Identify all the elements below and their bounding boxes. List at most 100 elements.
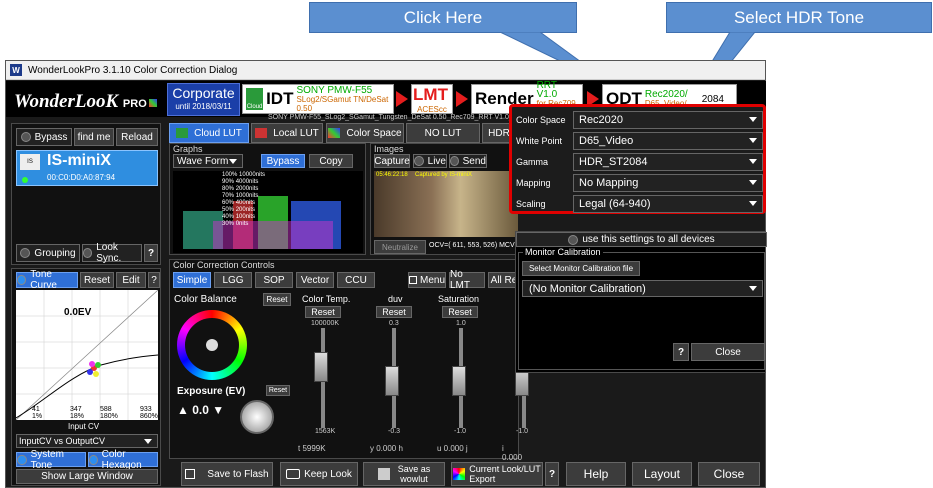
tab-simple[interactable]: Simple (173, 272, 211, 288)
waveform-pct: 50% (222, 207, 235, 213)
scaling-value: Legal (64-940) (579, 197, 651, 210)
slider-title: duv (388, 294, 403, 304)
graph-mode-select[interactable]: Wave Form (173, 154, 243, 168)
menu-button[interactable]: Menu (408, 272, 446, 288)
look-sync-led (83, 248, 93, 258)
color-hexagon-button[interactable]: Color Hexagon (88, 449, 158, 471)
white-point-select[interactable]: D65_Video (573, 131, 763, 150)
calibration-select[interactable]: (No Monitor Calibration) (522, 280, 763, 297)
tab-local-lut[interactable]: Local LUT (251, 123, 323, 143)
export-label-2: Export (469, 474, 496, 484)
slider-reset-button[interactable]: Reset (442, 306, 478, 318)
exposure-knob[interactable] (240, 400, 274, 434)
monitor-help-button[interactable]: ? (673, 343, 689, 361)
color-space-select[interactable]: Rec2020 (573, 110, 763, 129)
close-button[interactable]: Close (698, 462, 760, 486)
chevron-down-icon (749, 180, 757, 185)
chevron-down-icon (749, 201, 757, 206)
menu-label: Menu (419, 274, 445, 286)
device-help-button[interactable]: ? (144, 244, 158, 262)
corporate-badge: Corporate until 2018/03/11 (167, 83, 240, 116)
tab-color-space-label: Color Space (346, 127, 402, 139)
color-space-icon (328, 128, 341, 138)
lmt-label: LMT (413, 84, 448, 104)
save-to-flash-button[interactable]: Save to Flash (181, 462, 273, 486)
balance-reset-button[interactable]: Reset (263, 293, 291, 306)
slider-min: -0.3 (388, 428, 401, 435)
tab-sop[interactable]: SOP (255, 272, 293, 288)
no-lmt-button[interactable]: No LMT (449, 269, 485, 291)
device-item[interactable]: IS IS-miniX 00:C0:D0:A0:87:94 (16, 150, 158, 186)
send-button[interactable]: Send (449, 154, 487, 168)
slider-value[interactable]: u 0.000 j (437, 444, 468, 453)
curve-mode-select[interactable]: InputCV vs OutputCV (16, 434, 158, 448)
graph-copy-button[interactable]: Copy (309, 154, 353, 168)
pipeline-description: SONY PMW-F55_SLog2_SGamut_Tungsten_DeSat… (268, 114, 518, 121)
gamma-select[interactable]: HDR_ST2084 (573, 152, 763, 171)
gamma-label: Gamma (516, 156, 549, 167)
export-help-button[interactable]: ? (545, 462, 559, 486)
waveform-nits: 400nits (235, 200, 256, 206)
app-icon: W (10, 64, 22, 76)
capture-button[interactable]: Capture (374, 154, 410, 168)
grouping-button[interactable]: Grouping (16, 244, 80, 262)
wheel-center-handle[interactable] (206, 339, 218, 351)
neutralize-button[interactable]: Neutralize (374, 240, 426, 254)
find-me-button[interactable]: find me (74, 128, 114, 146)
all-devices-label: use this settings to all devices (582, 234, 715, 245)
help-button[interactable]: Help (566, 462, 626, 486)
look-sync-button[interactable]: Look Sync. (82, 242, 142, 264)
idt-block[interactable]: Cloud IDT SONY PMW-F55 SLog2/SGamut TN/De… (242, 84, 394, 114)
scaling-select[interactable]: Legal (64-940) (573, 194, 763, 213)
tab-ccu[interactable]: CCU (337, 272, 375, 288)
color-wheel[interactable] (177, 310, 247, 380)
window-title: WonderLookPro 3.1.10 Color Correction Di… (28, 64, 238, 76)
tab-vector[interactable]: Vector (296, 272, 334, 288)
camera-icon (286, 469, 301, 479)
images-title: Images (374, 144, 404, 154)
chevron-down-icon (749, 117, 757, 122)
bypass-button[interactable]: Bypass (16, 128, 72, 146)
graph-bypass-button[interactable]: Bypass (261, 154, 305, 168)
exposure-reset-button[interactable]: Reset (266, 385, 290, 396)
tone-curve-label: Tone Curve (30, 269, 57, 291)
slider-reset-button[interactable]: Reset (376, 306, 412, 318)
slider-knob[interactable] (385, 366, 399, 396)
graphs-title: Graphs (173, 144, 203, 154)
slider-value[interactable]: y 0.000 h (370, 444, 403, 453)
export-label-1: Current Look/LUT (469, 464, 541, 474)
keep-look-button[interactable]: Keep Look (280, 462, 358, 486)
select-calibration-button[interactable]: Select Monitor Calibration file (522, 261, 640, 276)
slider-max: 1.0 (456, 320, 466, 327)
all-devices-button[interactable]: use this settings to all devices (516, 232, 767, 247)
tab-lgg[interactable]: LGG (214, 272, 252, 288)
tab-no-lut[interactable]: NO LUT (406, 123, 480, 143)
curve-edit-button[interactable]: Edit (116, 272, 146, 288)
mapping-label: Mapping (516, 177, 551, 188)
exposure-value[interactable]: ▲ 0.0 ▼ (177, 403, 224, 417)
tab-color-space[interactable]: Color Space (326, 123, 404, 143)
slider-knob[interactable] (452, 366, 466, 396)
large-window-button[interactable]: Show Large Window (16, 469, 158, 484)
monitor-close-button[interactable]: Close (691, 343, 765, 361)
live-button[interactable]: Live (413, 154, 447, 168)
curve-reset-button[interactable]: Reset (80, 272, 114, 288)
waveform-nits: 10000nits (239, 172, 266, 178)
save-as-wowlut-button[interactable]: Save as wowlut (363, 462, 445, 486)
mapping-select[interactable]: No Mapping (573, 173, 763, 192)
slider-knob[interactable] (314, 352, 328, 382)
export-lut-button[interactable]: Current Look/LUT Export (451, 462, 543, 486)
curve-help-button[interactable]: ? (148, 272, 160, 288)
system-tone-button[interactable]: System Tone (16, 449, 86, 471)
slider-reset-button[interactable]: Reset (305, 306, 341, 318)
tone-curve-button[interactable]: Tone Curve (16, 269, 78, 291)
lmt-sub: ACEScc (417, 104, 447, 114)
chevron-down-icon (229, 158, 237, 164)
reload-button[interactable]: Reload (116, 128, 158, 146)
lmt-block[interactable]: LMT ACEScc (411, 84, 453, 114)
layout-button[interactable]: Layout (632, 462, 692, 486)
device-mac: 00:C0:D0:A0:87:94 (47, 173, 116, 182)
tab-cloud-lut[interactable]: Cloud LUT (169, 123, 249, 143)
waveform-nits: 200nits (235, 207, 256, 213)
slider-value[interactable]: t 5999K (298, 444, 326, 453)
